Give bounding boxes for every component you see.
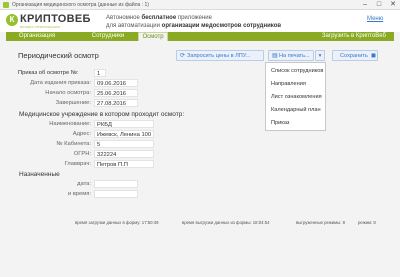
institution-name-field[interactable]: РКБД: [94, 120, 154, 128]
main-nav: Организация Сотрудники Осмотр Загрузить …: [6, 32, 394, 41]
ogrn-label: ОГРН:: [73, 151, 91, 157]
menu-item-acknowledgement-sheet[interactable]: Лист ознакомления: [271, 92, 322, 102]
exam-start-field[interactable]: 25.06.2016: [94, 89, 138, 97]
app-icon: [3, 2, 9, 8]
menu-item-order[interactable]: Приказ: [271, 118, 289, 128]
institution-section-title: Медицинское учреждение в котором проходи…: [19, 111, 185, 118]
office-number-field[interactable]: 5: [94, 140, 154, 148]
refresh-icon: ⟳: [180, 53, 186, 59]
assigned-date-label: дата:: [77, 181, 91, 187]
request-prices-button[interactable]: ⟳ Запросить цены в ЛПУ...: [176, 50, 264, 61]
menu-item-calendar-plan[interactable]: Календарный план: [271, 105, 321, 115]
assigned-time-field[interactable]: [94, 190, 138, 198]
maximize-button[interactable]: □: [372, 0, 386, 10]
menu-link[interactable]: Меню: [367, 16, 383, 22]
chevron-down-icon: ▾: [318, 53, 322, 59]
load-time-status: время загрузки данных в форму: 17:50:49: [75, 220, 159, 225]
brand-header: К КРИПТОВЕБ БИЗНЕС ПРИЛОЖЕНИЯ Автономное…: [0, 10, 400, 32]
address-label: Адрес:: [72, 131, 91, 137]
tab-exam[interactable]: Осмотр: [138, 32, 168, 41]
tab-employees[interactable]: Сотрудники: [84, 32, 132, 41]
exam-form: Периодический осмотр ⟳ Запросить цены в …: [6, 41, 394, 223]
assigned-time-label: и время:: [67, 191, 91, 197]
institution-name-label: Наименование:: [49, 121, 91, 127]
upload-to-cryptoweb-link[interactable]: Загрузить в КриптоВеб: [322, 32, 386, 41]
print-dropdown-toggle[interactable]: ▾: [315, 50, 325, 61]
order-date-label: Дата издания приказа:: [30, 80, 91, 86]
print-button[interactable]: ▤ На печать...: [268, 50, 314, 61]
exam-end-label: Завершение:: [55, 100, 91, 106]
exam-start-label: Начало осмотра:: [45, 90, 91, 96]
ogrn-field[interactable]: 322224: [94, 150, 154, 158]
page-title: Периодический осмотр: [18, 51, 99, 60]
menu-item-employee-list[interactable]: Список сотрудников: [271, 66, 323, 76]
window-title: Организация медицинского осмотра (данные…: [12, 2, 149, 8]
unload-mode-status: выгруженные режимы: 8: [296, 220, 345, 225]
print-dropdown-menu: Список сотрудников Направления Лист озна…: [265, 62, 326, 131]
save-button[interactable]: Сохранить ◼: [332, 50, 378, 61]
address-field[interactable]: Ижевск, Ленина 100: [94, 130, 154, 138]
status-bar: время загрузки данных в форму: 17:50:49 …: [75, 220, 400, 228]
minimize-button[interactable]: –: [358, 0, 372, 10]
order-number-field[interactable]: 1: [94, 69, 106, 77]
chief-doctor-label: Главврач:: [64, 161, 91, 167]
assigned-date-field[interactable]: [94, 180, 138, 188]
logo-text: КРИПТОВЕБ: [20, 13, 91, 25]
tab-organization[interactable]: Организация: [12, 32, 62, 41]
mode-status: режим: 8: [358, 220, 376, 225]
assigned-section-title: Назначенные: [19, 171, 60, 178]
order-date-field[interactable]: 09.06.2016: [94, 79, 138, 87]
logo-mark-icon: К: [6, 14, 18, 26]
close-button[interactable]: ✕: [386, 0, 400, 10]
tagline: Автономное бесплатное приложение для авт…: [106, 15, 282, 29]
order-number-label: Приказ об осмотре №:: [18, 70, 79, 76]
logo: К КРИПТОВЕБ БИЗНЕС ПРИЛОЖЕНИЯ: [6, 13, 90, 30]
exam-end-field[interactable]: 27.08.2016: [94, 99, 138, 107]
window-titlebar: Организация медицинского осмотра (данные…: [0, 0, 400, 10]
print-icon: ▤: [272, 53, 278, 59]
unload-time-status: время выгрузки данных из формы: 18:04:54: [182, 220, 270, 225]
logo-subtitle: БИЗНЕС ПРИЛОЖЕНИЯ: [20, 25, 61, 29]
save-icon: ◼: [371, 53, 376, 59]
office-number-label: № Кабинета:: [56, 141, 91, 147]
menu-item-referrals[interactable]: Направления: [271, 79, 306, 89]
chief-doctor-field[interactable]: Петров П.П: [94, 160, 154, 168]
